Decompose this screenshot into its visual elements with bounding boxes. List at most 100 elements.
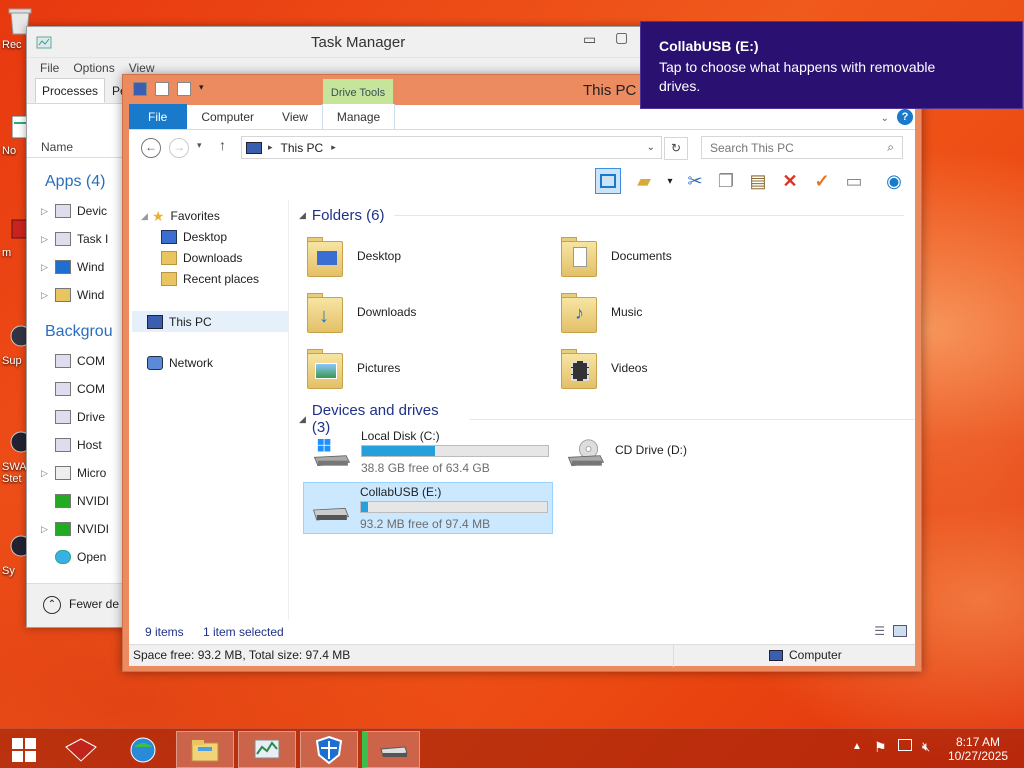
help-icon[interactable]: ? <box>897 109 913 125</box>
navigation-pane: ◢ ★ Favorites Desktop Downloads Recent p… <box>129 200 289 644</box>
start-button[interactable] <box>0 731 48 768</box>
dropdown-icon[interactable]: ▾ <box>199 82 213 96</box>
downloads-icon <box>161 251 177 265</box>
nav-favorites[interactable]: ◢ ★ Favorites <box>141 206 220 226</box>
tab-processes[interactable]: Processes <box>35 78 106 103</box>
process-name: Drive <box>77 410 106 424</box>
maximize-icon[interactable]: ▢ <box>615 29 628 46</box>
cut-icon[interactable]: ✂ <box>682 168 708 194</box>
checkmark-icon[interactable]: ✓ <box>809 168 835 194</box>
removable-drive-toast[interactable]: CollabUSB (E:) Tap to choose what happen… <box>640 21 1023 109</box>
forward-arrow-icon[interactable]: → <box>169 138 189 158</box>
process-row[interactable]: COM <box>41 377 105 401</box>
nav-downloads[interactable]: Downloads <box>161 248 242 268</box>
expand-icon[interactable]: ▷ <box>41 524 55 535</box>
process-row[interactable]: ▷ NVIDI <box>41 517 109 541</box>
process-row[interactable]: Host <box>41 433 102 457</box>
recent-locations-icon[interactable]: ▾ <box>197 140 202 151</box>
volume-muted-icon[interactable]: 🔇︎ <box>922 739 930 755</box>
action-center-flag-icon[interactable]: ⚑ <box>874 739 887 756</box>
usb-drive-icon <box>312 507 350 521</box>
expand-icon[interactable]: ▷ <box>41 262 55 273</box>
folder-item[interactable]: ♪ Music <box>559 286 642 338</box>
taskbar-file-explorer[interactable] <box>176 731 234 768</box>
up-arrow-icon[interactable]: ↑ <box>219 137 226 153</box>
process-row[interactable]: ▷ Wind <box>41 255 104 279</box>
new-folder-icon[interactable]: ▰ <box>631 168 657 194</box>
preview-pane-icon[interactable] <box>595 168 621 194</box>
documents-folder-icon <box>559 233 601 279</box>
taskbar-task-manager[interactable] <box>238 731 296 768</box>
explorer-window[interactable]: ▾ Drive Tools This PC File Computer View… <box>122 74 922 672</box>
expand-icon[interactable]: ▷ <box>41 290 55 301</box>
show-hidden-icons-chevron-icon[interactable]: ▲ <box>852 741 862 752</box>
usb-drive-icon <box>379 745 408 757</box>
drive-name: Local Disk (C:) <box>361 429 440 443</box>
process-row[interactable]: Open <box>41 545 106 569</box>
refresh-icon[interactable]: ↻ <box>664 137 688 160</box>
nav-network[interactable]: Network <box>147 353 213 373</box>
taskbar-defender[interactable] <box>300 731 358 768</box>
process-row[interactable]: ▷ Task I <box>41 227 108 251</box>
folder-item[interactable]: Pictures <box>305 342 400 394</box>
details-view-icon[interactable]: ☰ <box>874 624 885 638</box>
folder-name: Music <box>611 305 643 319</box>
ribbon-tab-view[interactable]: View <box>268 104 322 129</box>
ribbon-tab-file[interactable]: File <box>129 104 188 129</box>
expand-ribbon-icon[interactable]: ⌄ <box>881 113 889 124</box>
properties-globe-icon[interactable]: ◉ <box>881 168 907 194</box>
process-row[interactable]: ▷ Wind <box>41 283 104 307</box>
properties-icon[interactable] <box>155 82 169 96</box>
taskbar-clock[interactable]: 8:17 AM 10/27/2025 <box>948 735 1008 763</box>
folder-item[interactable]: Documents <box>559 230 672 282</box>
address-bar[interactable]: ▸ This PC ▸ ⌄ <box>241 136 662 159</box>
folder-item[interactable]: Videos <box>559 342 647 394</box>
paste-icon[interactable]: ▤ <box>745 168 771 194</box>
drive-item-d[interactable]: CD Drive (D:) <box>559 427 809 479</box>
folder-name: Pictures <box>357 361 401 375</box>
process-row[interactable]: COM <box>41 349 105 373</box>
menu-options[interactable]: Options <box>73 61 114 75</box>
copy-icon[interactable]: ❐ <box>713 168 739 194</box>
column-name-header[interactable]: Name <box>41 140 73 154</box>
menu-view[interactable]: View <box>129 61 155 75</box>
drive-item-c[interactable]: Local Disk (C:) 38.8 GB free of 63.4 GB <box>305 427 555 479</box>
ribbon-tab-computer[interactable]: Computer <box>187 104 268 129</box>
expand-icon[interactable]: ▷ <box>41 468 55 479</box>
process-row[interactable]: ▷ Devic <box>41 199 107 223</box>
drive-item-e[interactable]: CollabUSB (E:) 93.2 MB free of 97.4 MB <box>303 482 553 534</box>
network-icon[interactable] <box>898 739 912 751</box>
expand-icon[interactable]: ▷ <box>41 234 55 245</box>
folder-item[interactable]: Desktop <box>305 230 401 282</box>
expand-icon[interactable]: ▷ <box>41 206 55 217</box>
large-icons-view-icon[interactable] <box>893 625 907 637</box>
process-row[interactable]: Drive <box>41 405 105 429</box>
nav-desktop[interactable]: Desktop <box>161 227 227 247</box>
process-row[interactable]: ▷ Micro <box>41 461 106 485</box>
taskbar-browser[interactable] <box>114 731 172 768</box>
folders-section-header[interactable]: ◢ Folders (6) <box>299 207 905 224</box>
fewer-details-link[interactable]: Fewer de <box>69 597 119 611</box>
chevron-down-icon[interactable]: ⌄ <box>647 142 655 153</box>
taskbar-app-red[interactable] <box>52 731 110 768</box>
delete-icon[interactable]: ✕ <box>777 168 803 194</box>
ribbon-tab-manage[interactable]: Manage <box>321 104 396 129</box>
nav-label: Desktop <box>183 230 228 244</box>
search-input[interactable]: Search This PC ⌕ <box>701 136 903 159</box>
taskbar-usb-drive[interactable] <box>362 731 420 768</box>
address-text: This PC <box>280 140 324 155</box>
process-row[interactable]: NVIDI <box>41 489 109 513</box>
nav-recent-places[interactable]: Recent places <box>161 269 259 289</box>
folder-item[interactable]: ↓ Downloads <box>305 286 416 338</box>
back-arrow-icon[interactable]: ← <box>141 138 161 158</box>
process-name: Wind <box>77 260 105 274</box>
rename-icon[interactable]: ▭ <box>841 168 867 194</box>
service-icon <box>55 410 71 424</box>
new-folder-icon[interactable] <box>177 82 191 96</box>
menu-file[interactable]: File <box>40 61 59 75</box>
minimize-icon[interactable]: ▭ <box>583 31 596 48</box>
nav-this-pc[interactable]: This PC <box>132 311 288 332</box>
chevron-up-icon[interactable]: ⌃ <box>43 596 61 614</box>
dropdown-icon[interactable]: ▾ <box>657 168 683 194</box>
task-manager-titlebar[interactable]: Task Manager ▭ ▢ <box>27 27 665 58</box>
